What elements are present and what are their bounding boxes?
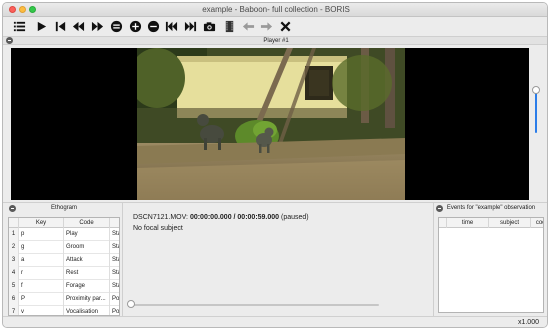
skip-start-icon[interactable] [52, 18, 68, 34]
behavior-type: Point [110, 293, 119, 306]
behavior-key: p [19, 228, 64, 241]
row-index: 2 [9, 241, 19, 254]
events-panel: Events for "example" observation time su… [434, 204, 547, 316]
behavior-key: g [19, 241, 64, 254]
behavior-key: v [19, 306, 64, 315]
speed-reset-icon[interactable] [145, 18, 161, 34]
behavior-key: f [19, 280, 64, 293]
row-index: 1 [9, 228, 19, 241]
table-row[interactable]: 4rRestState [9, 267, 119, 280]
table-row[interactable]: 2gGroomState [9, 241, 119, 254]
behavior-type: State [110, 254, 119, 267]
behavior-code: Vocalisation [64, 306, 110, 315]
column-header-subject[interactable]: subject [489, 218, 531, 228]
column-header-code[interactable]: coc [531, 218, 543, 228]
events-header: Events for "example" observation [434, 204, 547, 214]
previous-media-icon[interactable] [163, 18, 179, 34]
media-position: 00:00:00.000 / 00:00:59.000 [189, 214, 280, 221]
row-index: 7 [9, 306, 19, 315]
speed-down-icon[interactable] [108, 18, 124, 34]
ethogram-header: Ethogram [7, 204, 121, 214]
behavior-code: Play [64, 228, 110, 241]
status-bar: x1.000 [3, 316, 547, 327]
row-index: 5 [9, 280, 19, 293]
speed-up-icon[interactable] [127, 18, 143, 34]
behavior-key: r [19, 267, 64, 280]
media-status-line: DSCN7121.MOV: 00:00:00.000 / 00:00:59.00… [133, 214, 309, 221]
behavior-type: Point [110, 306, 119, 315]
table-row[interactable]: 7vVocalisationPoint [9, 306, 119, 315]
table-row[interactable]: 3aAttackState [9, 254, 119, 267]
behavior-type: State [110, 280, 119, 293]
splitter[interactable] [122, 203, 123, 316]
media-position-slider-handle[interactable] [127, 300, 135, 308]
video-viewport[interactable] [11, 48, 529, 200]
behavior-code: Forage [64, 280, 110, 293]
events-title: Events for "example" observation [446, 205, 536, 211]
ethogram-table[interactable]: Key Code Sta 1pPlayState2gGroomState3aAt… [8, 217, 120, 316]
table-row[interactable]: 1pPlayState [9, 228, 119, 241]
rewind-icon[interactable] [70, 18, 86, 34]
behavior-code: Proximity par... [64, 293, 110, 306]
close-icon[interactable] [277, 18, 293, 34]
focal-subject-label: No focal subject [133, 225, 183, 232]
arrow-left-icon[interactable] [240, 18, 256, 34]
behavior-key: a [19, 254, 64, 267]
next-media-icon[interactable] [182, 18, 198, 34]
media-info-panel: DSCN7121.MOV: 00:00:00.000 / 00:00:59.00… [124, 204, 432, 316]
ethogram-table-header: Key Code Sta [9, 218, 119, 228]
behavior-key: P [19, 293, 64, 306]
behavior-type: State [110, 241, 119, 254]
media-position-slider-track[interactable] [129, 304, 379, 306]
media-play-status: (paused) [281, 214, 309, 221]
column-header-type[interactable]: Sta [110, 218, 119, 228]
behavior-type: State [110, 267, 119, 280]
play-icon[interactable] [33, 18, 49, 34]
volume-slider-track[interactable] [535, 89, 537, 133]
column-header-time[interactable]: time [447, 218, 489, 228]
window-title: example - Baboon- full collection - BORI… [202, 5, 350, 14]
table-row[interactable]: 6PProximity par...Point [9, 293, 119, 306]
fast-forward-icon[interactable] [89, 18, 105, 34]
events-table[interactable]: time subject coc [438, 217, 544, 313]
column-header-code[interactable]: Code [64, 218, 110, 228]
camera-icon[interactable] [201, 18, 217, 34]
arrow-right-icon[interactable] [258, 18, 274, 34]
behavior-code: Groom [64, 241, 110, 254]
player-dock-header: Player #1 [3, 36, 547, 45]
splitter[interactable] [3, 202, 547, 203]
behavior-code: Attack [64, 254, 110, 267]
column-header-key[interactable]: Key [19, 218, 64, 228]
column-header-index [439, 218, 447, 228]
playback-speed: x1.000 [517, 319, 539, 326]
volume-slider-handle[interactable] [532, 86, 540, 94]
player-title: Player #1 [263, 38, 289, 44]
menu-icon[interactable] [11, 18, 27, 34]
ethogram-title: Ethogram [50, 205, 77, 211]
ethogram-panel: Ethogram Key Code Sta 1pPlayState2gGroom… [7, 204, 121, 316]
title-bar: example - Baboon- full collection - BORI… [3, 3, 547, 17]
table-row[interactable]: 5fForageState [9, 280, 119, 293]
row-index: 4 [9, 267, 19, 280]
events-table-header: time subject coc [439, 218, 543, 228]
column-header-index [9, 218, 19, 228]
frame-icon[interactable] [221, 18, 237, 34]
toolbar [3, 17, 547, 35]
behavior-code: Rest [64, 267, 110, 280]
video-frame-image [137, 48, 405, 200]
row-index: 3 [9, 254, 19, 267]
behavior-type: State [110, 228, 119, 241]
app-window: example - Baboon- full collection - BORI… [2, 2, 548, 328]
row-index: 6 [9, 293, 19, 306]
media-filename: DSCN7121.MOV: [133, 214, 188, 221]
